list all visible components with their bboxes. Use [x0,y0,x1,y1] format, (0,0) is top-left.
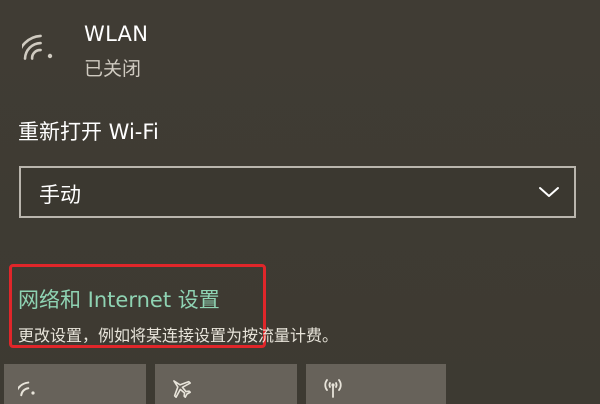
wifi-icon [16,26,62,66]
network-settings-description: 更改设置，例如将某连接设置为按流量计费。 [18,326,339,345]
reopen-wifi-label: 重新打开 Wi-Fi [18,120,159,144]
hotspot-icon [324,379,342,398]
wifi-icon [18,381,35,397]
chevron-down-icon [538,184,560,200]
wlan-title: WLAN [84,22,149,46]
wlan-status: 已关闭 [84,58,142,80]
network-internet-settings-link[interactable]: 网络和 Internet 设置 [18,284,220,314]
dropdown-selected-value: 手动 [39,183,81,207]
quick-action-mobile-hotspot[interactable] [306,364,446,404]
airplane-icon [173,380,191,398]
reopen-wifi-dropdown[interactable]: 手动 [19,166,576,218]
quick-action-airplane-mode[interactable] [155,364,297,404]
quick-action-wifi[interactable] [4,364,146,404]
network-flyout: WLAN 已关闭 重新打开 Wi-Fi 手动 网络和 Internet 设置 更… [0,0,600,404]
